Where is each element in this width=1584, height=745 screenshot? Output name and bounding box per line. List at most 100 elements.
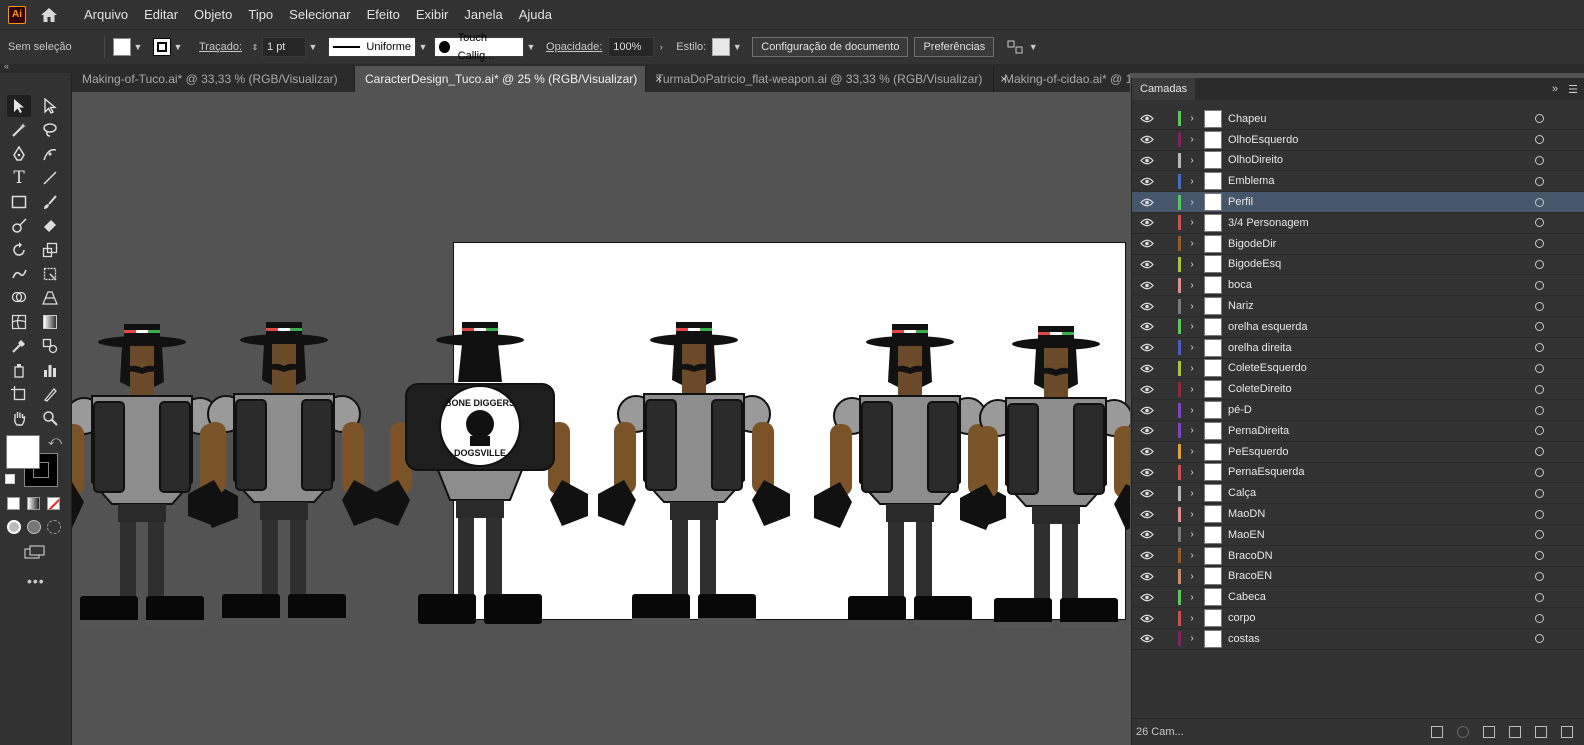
- visibility-eye-icon[interactable]: [1132, 177, 1162, 186]
- draw-behind-icon[interactable]: [27, 520, 41, 534]
- expand-chevron-icon[interactable]: ›: [1181, 633, 1203, 644]
- hand-tool-icon[interactable]: [7, 407, 31, 429]
- layer-row[interactable]: › corpo: [1132, 608, 1584, 629]
- expand-chevron-icon[interactable]: ›: [1181, 529, 1203, 540]
- document-setup-button[interactable]: Configuração de documento: [752, 37, 909, 57]
- layer-target-icon[interactable]: [1535, 343, 1544, 353]
- layer-row[interactable]: › orelha esquerda: [1132, 317, 1584, 338]
- character-artwork[interactable]: BONE DIGGERS DOGSVILLE: [72, 92, 1130, 745]
- expand-chevron-icon[interactable]: ›: [1181, 509, 1203, 520]
- layer-name[interactable]: costas: [1228, 633, 1260, 645]
- lasso-tool-icon[interactable]: [38, 119, 62, 141]
- brush-definition[interactable]: Touch Callig...: [434, 32, 525, 62]
- expand-chevron-icon[interactable]: ›: [1181, 321, 1203, 332]
- visibility-eye-icon[interactable]: [1132, 510, 1162, 519]
- layer-target-icon[interactable]: [1535, 197, 1544, 207]
- chevron-down-icon[interactable]: ▼: [306, 38, 320, 56]
- panel-menu-icon[interactable]: ☰: [1568, 83, 1578, 96]
- home-icon[interactable]: [38, 4, 60, 26]
- layer-row[interactable]: › ColeteDireito: [1132, 379, 1584, 401]
- variable-width-profile[interactable]: Uniforme: [328, 37, 417, 57]
- layer-row[interactable]: › Emblema: [1132, 171, 1584, 193]
- expand-chevron-icon[interactable]: ›: [1181, 384, 1203, 395]
- visibility-eye-icon[interactable]: [1132, 218, 1162, 227]
- layer-name[interactable]: PernaDireita: [1228, 425, 1289, 437]
- menu-janela[interactable]: Janela: [456, 0, 510, 29]
- layer-target-icon[interactable]: [1535, 176, 1544, 186]
- canvas[interactable]: BONE DIGGERS DOGSVILLE: [72, 92, 1130, 745]
- layer-name[interactable]: ColeteEsquerdo: [1228, 362, 1307, 374]
- visibility-eye-icon[interactable]: [1132, 114, 1162, 123]
- layer-target-icon[interactable]: [1535, 384, 1544, 394]
- layer-target-icon[interactable]: [1535, 426, 1544, 436]
- perspective-grid-tool-icon[interactable]: [38, 287, 62, 309]
- preferences-button[interactable]: Preferências: [914, 37, 995, 57]
- artboard-tool-icon[interactable]: [7, 383, 31, 405]
- expand-chevron-icon[interactable]: ›: [1181, 113, 1203, 124]
- layer-name[interactable]: ColeteDireito: [1228, 383, 1292, 395]
- chevron-down-icon[interactable]: ▼: [730, 38, 744, 56]
- expand-chevron-icon[interactable]: ›: [1181, 342, 1203, 353]
- expand-chevron-icon[interactable]: ›: [1181, 571, 1203, 582]
- layer-row[interactable]: › ColeteEsquerdo: [1132, 359, 1584, 380]
- character-three-quarter-left[interactable]: [187, 321, 381, 625]
- layer-target-icon[interactable]: [1535, 155, 1544, 165]
- layer-row[interactable]: › costas: [1132, 629, 1584, 650]
- expand-chevron-icon[interactable]: ›: [1181, 155, 1203, 166]
- gradient-tool-icon[interactable]: [38, 311, 62, 333]
- menu-editar[interactable]: Editar: [136, 0, 186, 29]
- free-transform-tool-icon[interactable]: [38, 263, 62, 285]
- visibility-eye-icon[interactable]: [1132, 614, 1162, 623]
- layer-row[interactable]: › OlhoDireito: [1132, 151, 1584, 172]
- scale-tool-icon[interactable]: [38, 239, 62, 261]
- layer-name[interactable]: Chapeu: [1228, 113, 1267, 125]
- visibility-eye-icon[interactable]: [1132, 322, 1162, 331]
- expand-chevron-icon[interactable]: ›: [1181, 217, 1203, 228]
- expand-chevron-icon[interactable]: ›: [1181, 467, 1203, 478]
- visibility-eye-icon[interactable]: [1132, 156, 1162, 165]
- layer-target-icon[interactable]: [1535, 280, 1544, 290]
- layer-name[interactable]: Perfil: [1228, 196, 1253, 208]
- color-mode-icon[interactable]: [7, 497, 20, 510]
- visibility-eye-icon[interactable]: [1132, 343, 1162, 352]
- layer-row[interactable]: › Calça: [1132, 483, 1584, 505]
- expand-chevron-icon[interactable]: ›: [1181, 134, 1203, 145]
- visibility-eye-icon[interactable]: [1132, 364, 1162, 373]
- new-layer-icon[interactable]: [1535, 726, 1547, 738]
- layer-name[interactable]: corpo: [1228, 612, 1256, 624]
- rotate-tool-icon[interactable]: [7, 239, 31, 261]
- shape-builder-tool-icon[interactable]: [7, 287, 31, 309]
- character-side-right[interactable]: [959, 325, 1130, 629]
- visibility-eye-icon[interactable]: [1132, 572, 1162, 581]
- expand-chevron-icon[interactable]: ›: [1181, 363, 1203, 374]
- layer-row[interactable]: › BracoDN: [1132, 546, 1584, 567]
- chevron-down-icon[interactable]: ▼: [1026, 38, 1040, 56]
- expand-chevron-icon[interactable]: ›: [1181, 425, 1203, 436]
- chevron-right-icon[interactable]: ›: [654, 38, 668, 56]
- arrange-icon[interactable]: [1004, 38, 1026, 56]
- fill-color-swatch[interactable]: [6, 435, 40, 469]
- stroke-label[interactable]: Traçado:: [199, 41, 242, 53]
- character-front[interactable]: [597, 321, 791, 625]
- visibility-eye-icon[interactable]: [1132, 302, 1162, 311]
- layer-name[interactable]: OlhoEsquerdo: [1228, 134, 1298, 146]
- chevron-down-icon[interactable]: ▼: [171, 38, 185, 56]
- layer-name[interactable]: Calça: [1228, 487, 1256, 499]
- locate-object-icon[interactable]: [1457, 726, 1469, 738]
- tab-making-of-cidao[interactable]: Making-of-cidao.ai* @ 1(: [994, 66, 1130, 92]
- curvature-tool-icon[interactable]: [38, 143, 62, 165]
- layers-tab[interactable]: Camadas: [1132, 78, 1196, 100]
- layer-target-icon[interactable]: [1535, 634, 1544, 644]
- symbol-sprayer-tool-icon[interactable]: [7, 359, 31, 381]
- layer-row[interactable]: › MaoDN: [1132, 504, 1584, 525]
- warp-tool-icon[interactable]: [7, 263, 31, 285]
- layer-row[interactable]: › boca: [1132, 275, 1584, 297]
- layer-row[interactable]: › PernaDireita: [1132, 421, 1584, 442]
- eraser-tool-icon[interactable]: [38, 215, 62, 237]
- layer-target-icon[interactable]: [1535, 322, 1544, 332]
- menu-exibir[interactable]: Exibir: [408, 0, 457, 29]
- layer-name[interactable]: 3/4 Personagem: [1228, 217, 1309, 229]
- layer-row[interactable]: › BigodeEsq: [1132, 255, 1584, 276]
- expand-chevron-icon[interactable]: ›: [1181, 488, 1203, 499]
- expand-chevron-icon[interactable]: ›: [1181, 238, 1203, 249]
